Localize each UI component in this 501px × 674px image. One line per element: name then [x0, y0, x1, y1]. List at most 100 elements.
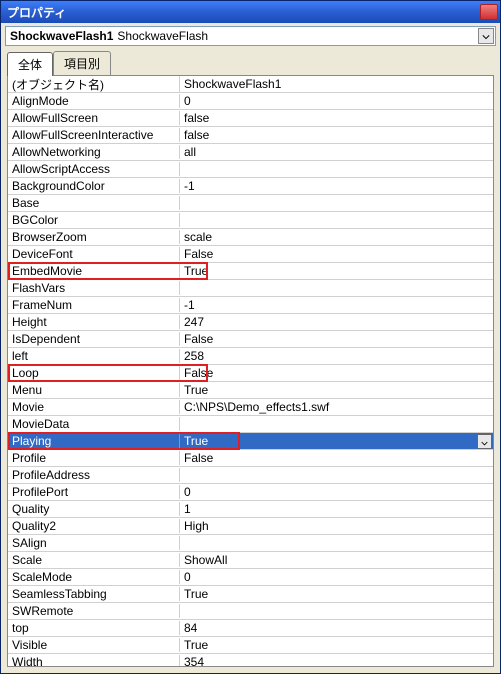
property-name: top	[8, 621, 180, 635]
property-value[interactable]: all	[180, 145, 493, 159]
object-selector[interactable]: ShockwaveFlash1 ShockwaveFlash	[5, 26, 496, 46]
property-row[interactable]: ProfileFalse	[8, 450, 493, 467]
property-name: DeviceFont	[8, 247, 180, 261]
property-name: Visible	[8, 638, 180, 652]
property-row[interactable]: Base	[8, 195, 493, 212]
property-row[interactable]: MenuTrue	[8, 382, 493, 399]
property-name: Scale	[8, 553, 180, 567]
property-value[interactable]: -1	[180, 298, 493, 312]
property-name: EmbedMovie	[8, 264, 180, 278]
object-name: ShockwaveFlash1	[10, 29, 113, 43]
property-row[interactable]: AllowFullScreenInteractivefalse	[8, 127, 493, 144]
property-value[interactable]: False	[180, 247, 493, 261]
property-value[interactable]: True	[180, 434, 493, 448]
property-grid[interactable]: (オブジェクト名)ShockwaveFlash1AlignMode0AllowF…	[7, 75, 494, 667]
property-name: Quality	[8, 502, 180, 516]
property-row[interactable]: LoopFalse	[8, 365, 493, 382]
chevron-down-icon	[482, 29, 490, 43]
property-row[interactable]: ProfileAddress	[8, 467, 493, 484]
property-value[interactable]: True	[180, 587, 493, 601]
property-row[interactable]: FrameNum-1	[8, 297, 493, 314]
property-value[interactable]: 84	[180, 621, 493, 635]
property-row[interactable]: BGColor	[8, 212, 493, 229]
property-row[interactable]: ScaleShowAll	[8, 552, 493, 569]
property-name: Quality2	[8, 519, 180, 533]
property-name: Width	[8, 655, 180, 667]
property-row[interactable]: BrowserZoomscale	[8, 229, 493, 246]
property-value[interactable]: True	[180, 383, 493, 397]
property-row[interactable]: AllowNetworkingall	[8, 144, 493, 161]
tabs: 全体 項目別	[1, 49, 500, 75]
property-name: MovieData	[8, 417, 180, 431]
property-value[interactable]: scale	[180, 230, 493, 244]
property-value[interactable]: false	[180, 128, 493, 142]
property-name: BackgroundColor	[8, 179, 180, 193]
property-name: AllowScriptAccess	[8, 162, 180, 176]
property-value[interactable]: 354	[180, 655, 493, 667]
property-name: BGColor	[8, 213, 180, 227]
property-row[interactable]: left258	[8, 348, 493, 365]
property-value[interactable]: False	[180, 366, 493, 380]
property-row[interactable]: MovieData	[8, 416, 493, 433]
property-name: ProfileAddress	[8, 468, 180, 482]
dropdown-button[interactable]	[478, 28, 494, 44]
property-value[interactable]: True	[180, 638, 493, 652]
property-name: Height	[8, 315, 180, 329]
property-row[interactable]: SeamlessTabbingTrue	[8, 586, 493, 603]
property-value[interactable]: 0	[180, 485, 493, 499]
property-value[interactable]: 1	[180, 502, 493, 516]
property-row[interactable]: Quality2High	[8, 518, 493, 535]
property-row[interactable]: ScaleMode0	[8, 569, 493, 586]
property-value[interactable]: True	[180, 264, 493, 278]
property-name: AlignMode	[8, 94, 180, 108]
property-row[interactable]: SWRemote	[8, 603, 493, 620]
tab-all[interactable]: 全体	[7, 52, 53, 76]
property-value[interactable]: -1	[180, 179, 493, 193]
property-name: IsDependent	[8, 332, 180, 346]
titlebar[interactable]: プロパティ	[1, 1, 500, 23]
property-name: Playing	[8, 434, 180, 448]
property-name: Profile	[8, 451, 180, 465]
property-row[interactable]: SAlign	[8, 535, 493, 552]
property-value[interactable]: ShowAll	[180, 553, 493, 567]
property-value[interactable]: High	[180, 519, 493, 533]
property-name: SWRemote	[8, 604, 180, 618]
property-row[interactable]: VisibleTrue	[8, 637, 493, 654]
property-row[interactable]: EmbedMovieTrue	[8, 263, 493, 280]
chevron-down-icon	[481, 435, 488, 449]
property-row[interactable]: (オブジェクト名)ShockwaveFlash1	[8, 76, 493, 93]
property-row[interactable]: Quality1	[8, 501, 493, 518]
property-row[interactable]: Width354	[8, 654, 493, 667]
object-type: ShockwaveFlash	[117, 29, 208, 43]
property-name: AllowNetworking	[8, 145, 180, 159]
property-row[interactable]: PlayingTrue	[8, 433, 493, 450]
property-row[interactable]: AlignMode0	[8, 93, 493, 110]
property-row[interactable]: AllowScriptAccess	[8, 161, 493, 178]
property-row[interactable]: MovieC:\NPS\Demo_effects1.swf	[8, 399, 493, 416]
properties-window: プロパティ ShockwaveFlash1 ShockwaveFlash 全体 …	[0, 0, 501, 674]
property-row[interactable]: Height247	[8, 314, 493, 331]
property-value[interactable]: 258	[180, 349, 493, 363]
property-row[interactable]: AllowFullScreenfalse	[8, 110, 493, 127]
property-row[interactable]: IsDependentFalse	[8, 331, 493, 348]
property-value[interactable]: 247	[180, 315, 493, 329]
property-value[interactable]: ShockwaveFlash1	[180, 77, 493, 91]
close-button[interactable]	[480, 4, 498, 20]
tab-categorized[interactable]: 項目別	[53, 51, 111, 75]
property-value[interactable]: 0	[180, 570, 493, 584]
property-name: (オブジェクト名)	[8, 76, 180, 93]
property-value[interactable]: False	[180, 332, 493, 346]
property-name: SAlign	[8, 536, 180, 550]
property-row[interactable]: top84	[8, 620, 493, 637]
property-value[interactable]: 0	[180, 94, 493, 108]
property-value[interactable]: False	[180, 451, 493, 465]
property-row[interactable]: ProfilePort0	[8, 484, 493, 501]
property-value[interactable]: false	[180, 111, 493, 125]
property-name: Base	[8, 196, 180, 210]
property-row[interactable]: FlashVars	[8, 280, 493, 297]
value-dropdown-button[interactable]	[477, 434, 492, 449]
property-row[interactable]: BackgroundColor-1	[8, 178, 493, 195]
property-row[interactable]: DeviceFontFalse	[8, 246, 493, 263]
property-name: AllowFullScreenInteractive	[8, 128, 180, 142]
property-value[interactable]: C:\NPS\Demo_effects1.swf	[180, 400, 493, 414]
